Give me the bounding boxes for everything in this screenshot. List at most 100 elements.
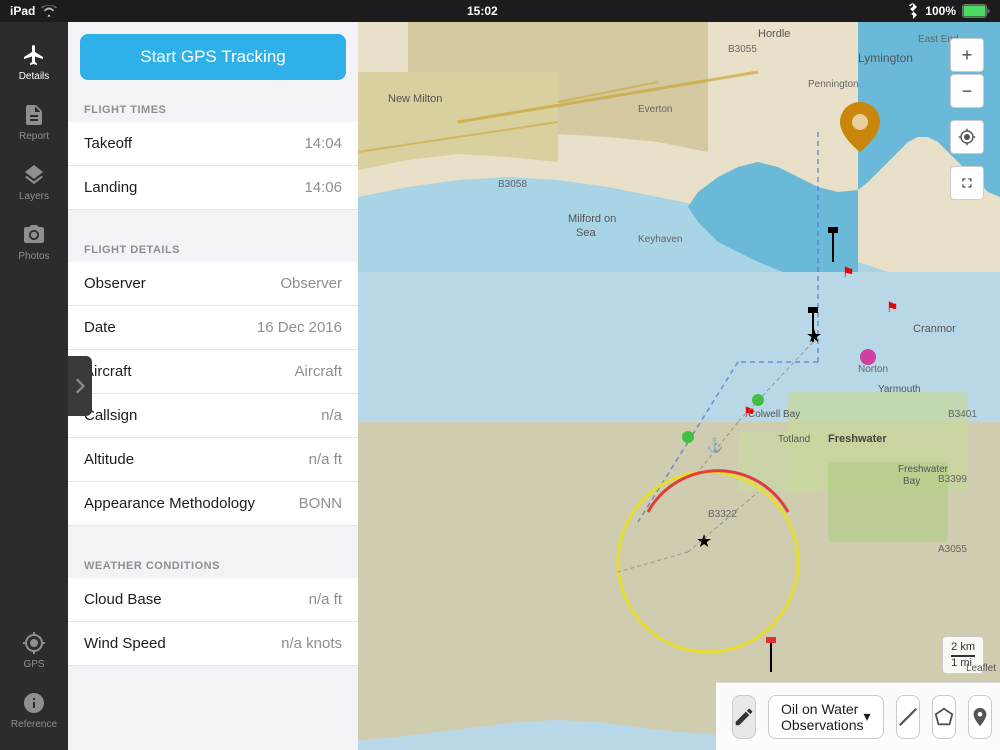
- date-label: Date: [84, 319, 116, 336]
- report-icon: [22, 103, 46, 127]
- bottom-toolbar: Oil on Water Observations ▾: [716, 682, 1000, 750]
- fullscreen-button[interactable]: [950, 166, 984, 200]
- section-gap-2: [68, 526, 358, 548]
- start-gps-button[interactable]: Start GPS Tracking: [80, 34, 346, 80]
- battery-label: 100%: [925, 4, 956, 18]
- section-gap-1: [68, 210, 358, 232]
- aircraft-row: Aircraft Aircraft: [68, 350, 358, 394]
- flight-times-header: FLIGHT TIMES: [68, 92, 358, 122]
- sidebar-item-reference[interactable]: Reference: [0, 680, 68, 740]
- plane-icon: [22, 43, 46, 67]
- sidebar-item-report[interactable]: Report: [0, 92, 68, 152]
- wifi-icon: [41, 5, 57, 17]
- altitude-label: Altitude: [84, 451, 134, 468]
- svg-text:Sea: Sea: [576, 227, 596, 239]
- gps-label: GPS: [23, 659, 44, 670]
- callsign-value: n/a: [321, 407, 342, 424]
- landing-label: Landing: [84, 179, 137, 196]
- pencil-button[interactable]: [732, 695, 756, 739]
- carrier-label: iPad: [10, 4, 35, 18]
- polygon-icon: [933, 706, 955, 728]
- svg-text:B3399: B3399: [938, 474, 967, 485]
- sidebar-bottom: GPS Reference: [0, 620, 68, 750]
- cloud-base-row: Cloud Base n/a ft: [68, 578, 358, 622]
- wind-speed-value: n/a knots: [281, 635, 342, 652]
- observer-value: Observer: [280, 275, 342, 292]
- altitude-value: n/a ft: [309, 451, 342, 468]
- takeoff-value: 14:04: [304, 135, 342, 152]
- camera-icon: [22, 223, 46, 247]
- altitude-row: Altitude n/a ft: [68, 438, 358, 482]
- map-background: Lymington East End Hordle Pennington New…: [358, 22, 1000, 750]
- location-pin: [840, 102, 880, 152]
- svg-text:B3058: B3058: [498, 179, 527, 190]
- report-label: Report: [19, 131, 49, 142]
- info-icon: [22, 691, 46, 715]
- cloud-base-label: Cloud Base: [84, 591, 162, 608]
- status-left: iPad: [10, 4, 57, 18]
- pin-tool-button[interactable]: [968, 695, 992, 739]
- wind-speed-label: Wind Speed: [84, 635, 166, 652]
- battery-icon: [962, 4, 990, 18]
- takeoff-label: Takeoff: [84, 135, 132, 152]
- svg-text:Everton: Everton: [638, 104, 672, 115]
- takeoff-row: Takeoff 14:04: [68, 122, 358, 166]
- sidebar-collapse-btn[interactable]: [68, 356, 92, 416]
- zoom-out-button[interactable]: −: [950, 74, 984, 108]
- wind-speed-row: Wind Speed n/a knots: [68, 622, 358, 666]
- bluetooth-icon: [907, 3, 919, 19]
- svg-text:Bay: Bay: [903, 476, 920, 487]
- flight-details-header: FLIGHT DETAILS: [68, 232, 358, 262]
- leaflet-label: Leaflet: [966, 663, 996, 674]
- scale-2km: 2 km: [951, 641, 975, 657]
- observation-label: Oil on Water Observations: [781, 701, 863, 733]
- svg-text:⚑: ⚑: [842, 264, 855, 280]
- svg-text:Milford on: Milford on: [568, 213, 616, 225]
- svg-text:Yarmouth: Yarmouth: [878, 384, 921, 395]
- svg-text:⚑: ⚑: [886, 299, 899, 315]
- landing-value: 14:06: [304, 179, 342, 196]
- svg-text:Norton: Norton: [858, 364, 888, 375]
- observer-label: Observer: [84, 275, 146, 292]
- svg-text:B3401: B3401: [948, 409, 977, 420]
- svg-text:A3055: A3055: [938, 544, 967, 555]
- line-icon: [897, 706, 919, 728]
- layers-icon: [22, 163, 46, 187]
- gps-icon: [22, 631, 46, 655]
- sidebar-item-photos[interactable]: Photos: [0, 212, 68, 272]
- landing-row: Landing 14:06: [68, 166, 358, 210]
- reference-label: Reference: [11, 719, 57, 730]
- dropdown-arrow-icon: ▾: [863, 708, 870, 725]
- polygon-tool-button[interactable]: [932, 695, 956, 739]
- clock: 15:02: [467, 4, 498, 18]
- status-bar: iPad 15:02 100%: [0, 0, 1000, 22]
- observation-dropdown[interactable]: Oil on Water Observations ▾: [768, 695, 884, 739]
- svg-text:New Milton: New Milton: [388, 93, 442, 105]
- svg-text:Pennington: Pennington: [808, 79, 859, 90]
- callsign-row: Callsign n/a: [68, 394, 358, 438]
- sidebar: Details Report Layers Photos G: [0, 22, 68, 750]
- layers-label: Layers: [19, 191, 49, 202]
- status-right: 100%: [907, 3, 990, 19]
- svg-text:Freshwater: Freshwater: [828, 433, 887, 445]
- appearance-row: Appearance Methodology BONN: [68, 482, 358, 526]
- map-area[interactable]: Lymington East End Hordle Pennington New…: [358, 22, 1000, 750]
- appearance-value: BONN: [299, 495, 342, 512]
- map-controls: + −: [950, 38, 984, 200]
- svg-text:Keyhaven: Keyhaven: [638, 234, 682, 245]
- appearance-label: Appearance Methodology: [84, 495, 255, 512]
- pin-icon: [969, 706, 991, 728]
- svg-text:Colwell Bay: Colwell Bay: [748, 409, 800, 420]
- callsign-label: Callsign: [84, 407, 137, 424]
- zoom-in-button[interactable]: +: [950, 38, 984, 72]
- svg-text:★: ★: [806, 326, 822, 346]
- date-value: 16 Dec 2016: [257, 319, 342, 336]
- sidebar-item-gps[interactable]: GPS: [0, 620, 68, 680]
- sidebar-item-layers[interactable]: Layers: [0, 152, 68, 212]
- line-tool-button[interactable]: [896, 695, 920, 739]
- pencil-icon: [733, 706, 755, 728]
- locate-button[interactable]: [950, 120, 984, 154]
- svg-text:B3322: B3322: [708, 509, 737, 520]
- sidebar-item-details[interactable]: Details: [0, 32, 68, 92]
- aircraft-value: Aircraft: [294, 363, 342, 380]
